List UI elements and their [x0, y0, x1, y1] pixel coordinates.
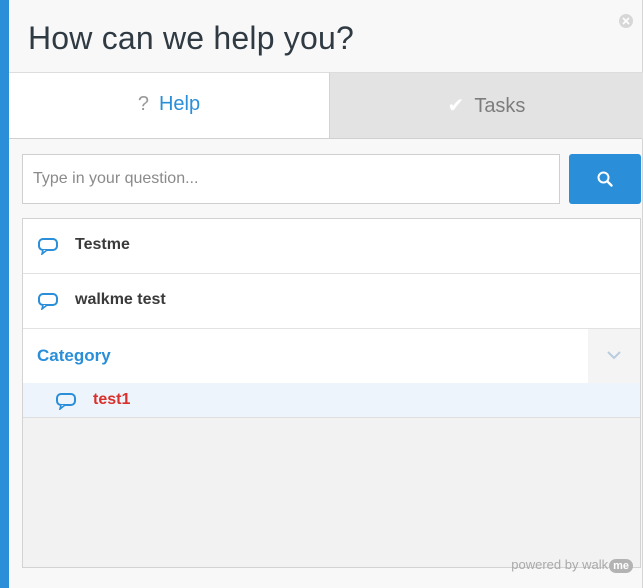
category-header[interactable]: Category: [23, 329, 640, 383]
search-button[interactable]: [569, 154, 641, 204]
chevron-down-icon: [607, 351, 621, 360]
category-item-label: test1: [93, 391, 131, 408]
category-label: Category: [37, 346, 111, 365]
powered-by-text: powered by walk: [511, 557, 609, 572]
list-item[interactable]: walkme test: [23, 274, 640, 329]
tab-tasks[interactable]: ✔ Tasks: [329, 72, 643, 139]
category-toggle[interactable]: [588, 329, 640, 383]
chat-bubble-icon: [37, 292, 59, 315]
widget-header: How can we help you?: [9, 0, 642, 72]
powered-by[interactable]: powered by walk me: [511, 557, 633, 573]
check-icon: ✔: [447, 95, 465, 117]
search-icon: [597, 171, 613, 187]
tab-bar: ? Help ✔ Tasks: [9, 72, 643, 139]
chat-bubble-icon: [37, 237, 59, 260]
search-input[interactable]: [22, 154, 560, 204]
chat-bubble-icon: [55, 392, 77, 415]
accent-bar: [0, 0, 9, 588]
list-item-label: walkme test: [75, 291, 166, 308]
list-item[interactable]: Testme: [23, 219, 640, 274]
close-icon[interactable]: [618, 13, 634, 29]
tab-help[interactable]: ? Help: [9, 72, 329, 139]
list-item-label: Testme: [75, 236, 130, 253]
category-item[interactable]: test1: [23, 383, 640, 418]
tab-tasks-label: Tasks: [474, 95, 526, 117]
help-widget: How can we help you? ? Help ✔ Tasks Type…: [0, 0, 643, 588]
question-icon: ?: [137, 93, 149, 115]
widget-title: How can we help you?: [28, 20, 354, 56]
results-list: Testme walkme test Category test1: [22, 218, 641, 568]
walkme-logo-badge: me: [609, 559, 633, 573]
tab-help-label: Help: [158, 93, 201, 115]
tab-divider: [9, 138, 642, 139]
